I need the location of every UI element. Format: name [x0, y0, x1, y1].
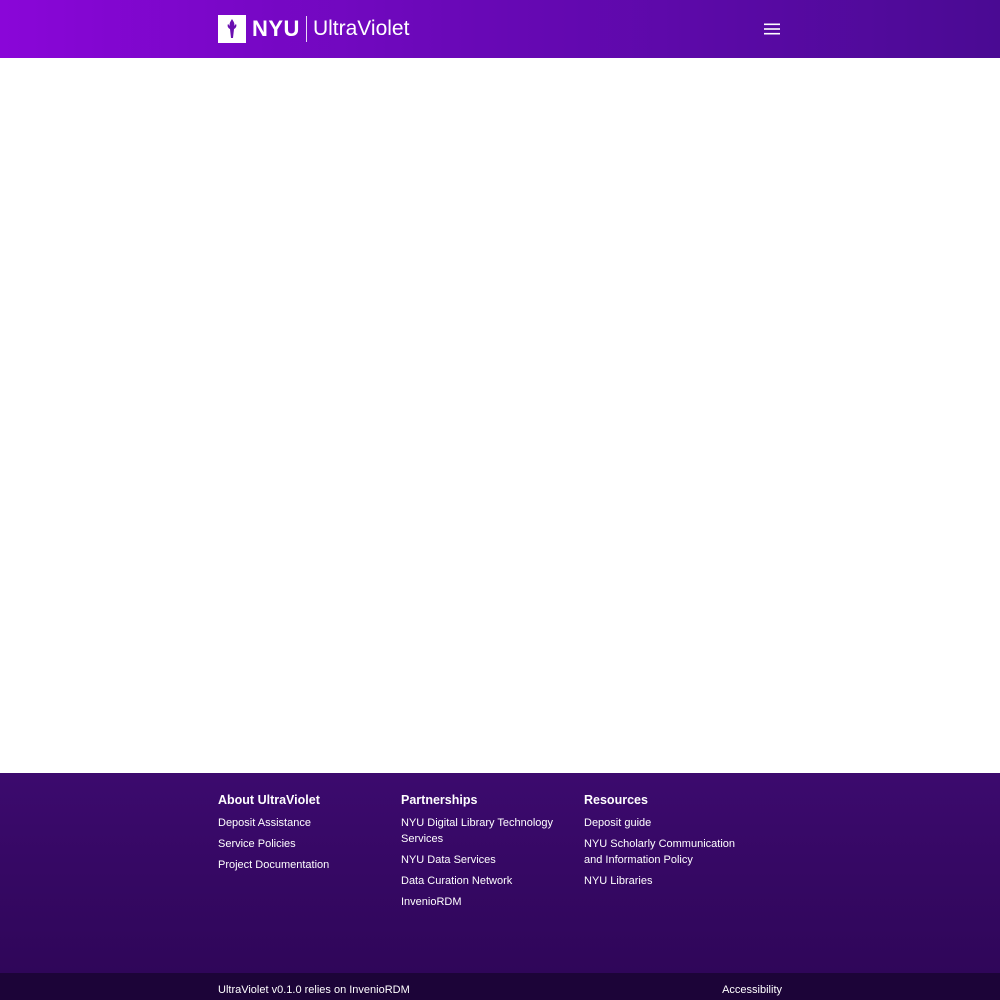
footer-bottom-bar: UltraViolet v0.1.0 relies on InvenioRDM … [0, 973, 1000, 1000]
version-text: UltraViolet v0.1.0 relies on InvenioRDM [218, 984, 410, 996]
footer-heading: Resources [584, 793, 648, 807]
footer-heading: Partnerships [401, 793, 478, 807]
footer-link-dlts[interactable]: NYU Digital Library Technology Services [401, 816, 571, 847]
footer-column-about: About UltraViolet Deposit Assistance Ser… [218, 793, 388, 879]
footer-link-inveniordm[interactable]: InvenioRDM [401, 895, 571, 911]
brand-home-link[interactable]: NYU UltraViolet [218, 15, 409, 43]
footer-link-scholarly-communication[interactable]: NYU Scholarly Communication and Informat… [584, 837, 754, 868]
main-content [0, 58, 1000, 773]
footer-link-nyu-libraries[interactable]: NYU Libraries [584, 874, 754, 890]
footer-column-partnerships: Partnerships NYU Digital Library Technol… [401, 793, 571, 916]
footer-link-project-documentation[interactable]: Project Documentation [218, 858, 388, 874]
footer-column-resources: Resources Deposit guide NYU Scholarly Co… [584, 793, 754, 895]
hamburger-menu-icon[interactable] [762, 19, 782, 39]
brand-product-name: UltraViolet [312, 17, 410, 40]
footer-link-deposit-guide[interactable]: Deposit guide [584, 816, 754, 832]
footer-link-data-curation-network[interactable]: Data Curation Network [401, 874, 571, 890]
accessibility-link[interactable]: Accessibility [722, 984, 782, 996]
site-header: NYU UltraViolet [0, 0, 1000, 58]
footer-link-data-services[interactable]: NYU Data Services [401, 853, 571, 869]
nyu-torch-icon [218, 15, 246, 43]
footer-link-service-policies[interactable]: Service Policies [218, 837, 388, 853]
footer-heading: About UltraViolet [218, 793, 320, 807]
site-footer: About UltraViolet Deposit Assistance Ser… [0, 773, 1000, 973]
footer-link-deposit-assistance[interactable]: Deposit Assistance [218, 816, 388, 832]
brand-divider [305, 16, 307, 42]
brand-nyu-text: NYU [252, 16, 300, 41]
